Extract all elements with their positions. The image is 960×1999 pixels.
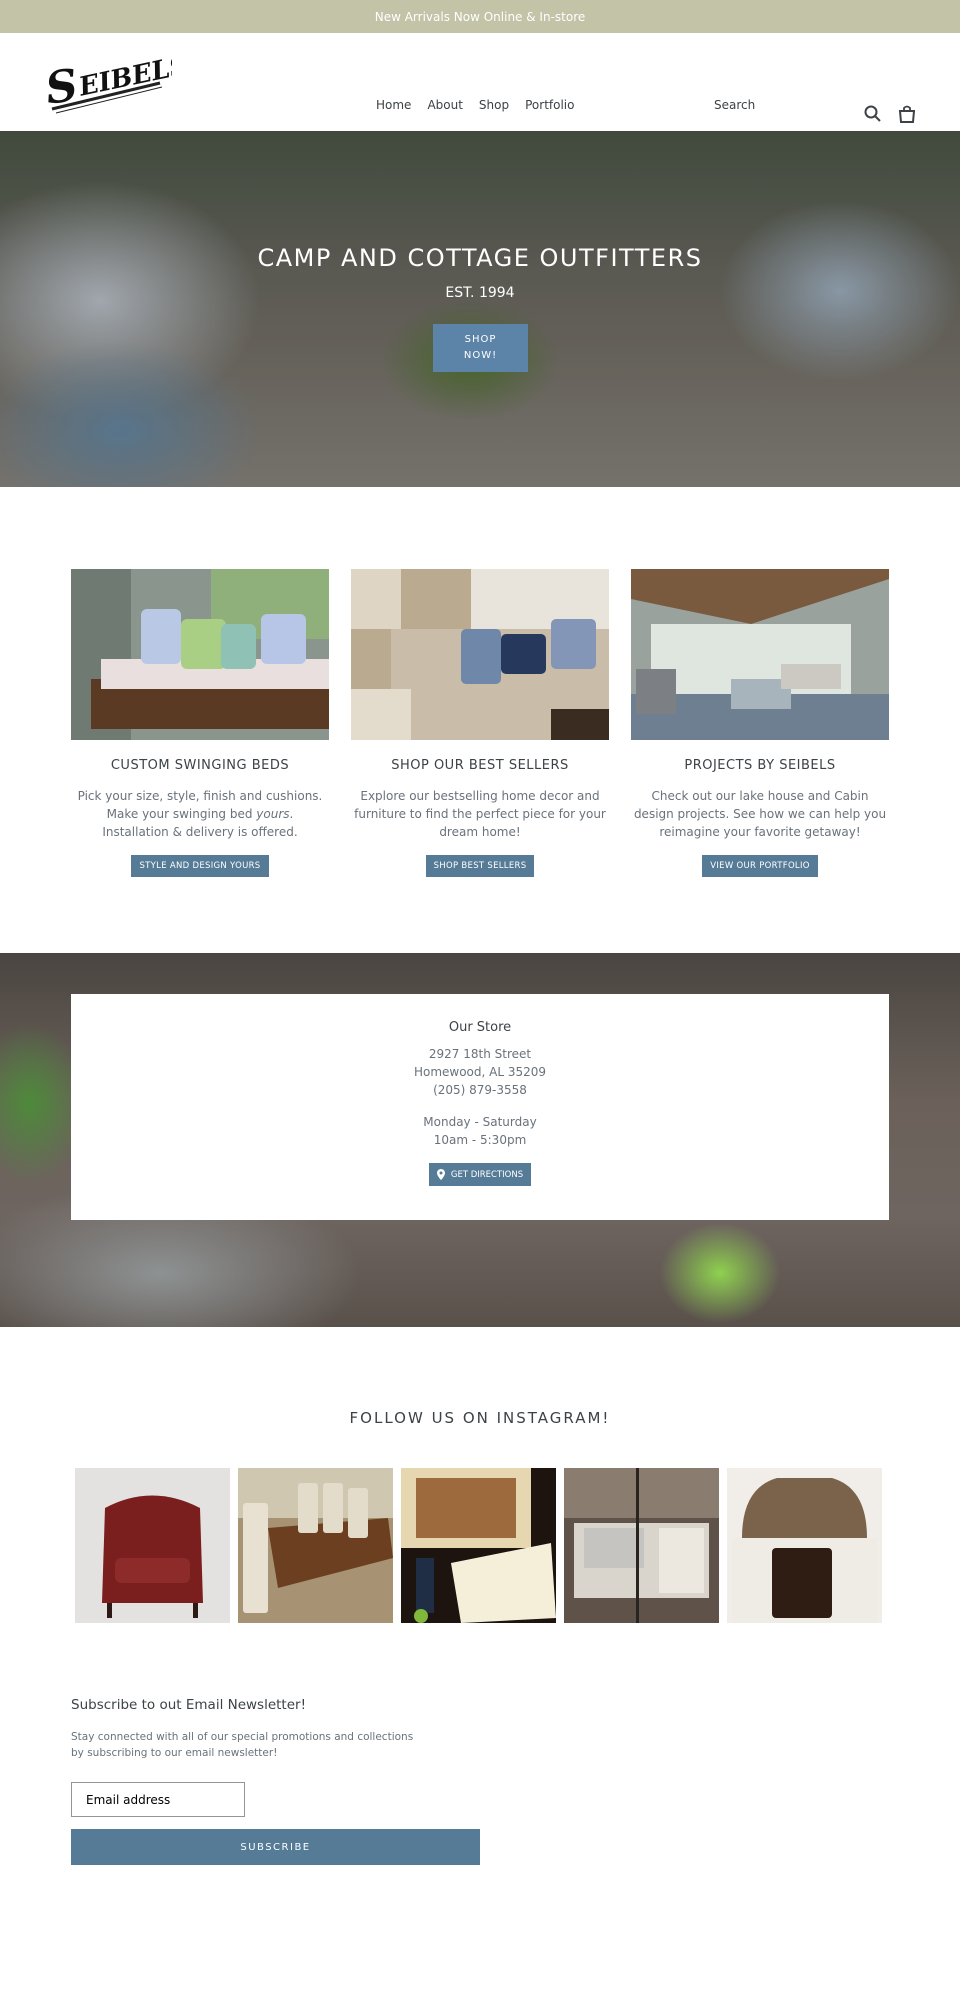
feature-title: CUSTOM SWINGING BEDS	[110, 758, 290, 773]
nav-shop[interactable]: Shop	[479, 98, 509, 112]
style-and-design-button[interactable]: STYLE AND DESIGN YOURS	[131, 855, 269, 877]
nav-portfolio[interactable]: Portfolio	[525, 98, 574, 112]
newsletter-title: Subscribe to out Email Newsletter!	[71, 1697, 306, 1713]
best-sellers-image[interactable]	[351, 569, 609, 740]
store-card: Our Store 2927 18th Street Homewood, AL …	[71, 994, 889, 1220]
features-section: CUSTOM SWINGING BEDS Pick your size, sty…	[0, 487, 960, 953]
instagram-section: FOLLOW US ON INSTAGRAM!	[0, 1327, 960, 1657]
instagram-post-red-chair[interactable]	[75, 1468, 230, 1623]
store-title: Our Store	[448, 1020, 512, 1035]
search-link[interactable]: Search	[714, 98, 755, 112]
instagram-post-porch-swing[interactable]	[564, 1468, 719, 1623]
feature-title: SHOP OUR BEST SELLERS	[391, 758, 569, 773]
feature-text: Explore our bestselling home decor and f…	[354, 789, 606, 839]
subscribe-button[interactable]: SUBSCRIBE	[71, 1829, 480, 1865]
store-hours: Monday - Saturday 10am - 5:30pm	[71, 1113, 889, 1149]
feature-text-emphasis: yours	[256, 807, 290, 821]
hero-title: CAMP AND COTTAGE OUTFITTERS	[257, 244, 703, 272]
main-nav: Home About Shop Portfolio	[376, 98, 574, 112]
hero-banner: CAMP AND COTTAGE OUTFITTERS EST. 1994 SH…	[0, 131, 960, 487]
store-city: Homewood, AL 35209	[413, 1065, 547, 1079]
store-section: Our Store 2927 18th Street Homewood, AL …	[0, 953, 960, 1327]
feature-projects: PROJECTS BY SEIBELS Check out our lake h…	[631, 569, 889, 877]
feature-best-sellers: SHOP OUR BEST SELLERS Explore our bestse…	[351, 569, 609, 877]
shop-now-button[interactable]: SHOP NOW!	[433, 324, 528, 372]
newsletter-text-line: Stay connected with all of our special p…	[71, 1731, 414, 1743]
view-portfolio-button[interactable]: VIEW OUR PORTFOLIO	[702, 855, 818, 877]
projects-image[interactable]	[631, 569, 889, 740]
cart-icon[interactable]	[897, 104, 917, 124]
announcement-text: New Arrivals Now Online & In-store	[374, 9, 586, 24]
nav-home[interactable]: Home	[376, 98, 411, 112]
nav-about[interactable]: About	[427, 98, 462, 112]
store-days: Monday - Saturday	[423, 1115, 537, 1129]
map-pin-icon	[436, 1169, 445, 1180]
email-input[interactable]	[71, 1782, 245, 1817]
svg-text:EIBELS: EIBELS	[75, 50, 172, 103]
swinging-bed-image[interactable]	[71, 569, 329, 740]
svg-text:S: S	[42, 60, 81, 115]
get-directions-button[interactable]: GET DIRECTIONS	[428, 1163, 532, 1186]
feature-text: Pick your size, style, finish and cushio…	[71, 787, 329, 841]
shop-now-label-1: SHOP	[464, 334, 497, 345]
seibels-logo[interactable]: S EIBELS	[42, 47, 172, 119]
store-street: 2927 18th Street	[428, 1047, 532, 1061]
hero-image	[0, 131, 960, 487]
announcement-bar: New Arrivals Now Online & In-store	[0, 0, 960, 33]
hero-subtitle: EST. 1994	[445, 285, 515, 301]
instagram-post-tailgate[interactable]	[401, 1468, 556, 1623]
site-header: S EIBELS Home About Shop Portfolio Searc…	[0, 33, 960, 131]
shop-now-label-2: NOW!	[463, 350, 498, 361]
instagram-grid	[75, 1468, 882, 1623]
instagram-post-dining-table[interactable]	[238, 1468, 393, 1623]
newsletter-section: Subscribe to out Email Newsletter! Stay …	[0, 1657, 960, 1999]
instagram-post-headboard[interactable]	[727, 1468, 882, 1623]
feature-text: Check out our lake house and Cabin desig…	[633, 789, 887, 839]
store-phone[interactable]: (205) 879-3558	[71, 1081, 889, 1099]
get-directions-label: GET DIRECTIONS	[450, 1169, 524, 1180]
newsletter-text-line: by subscribing to our email newsletter!	[71, 1747, 278, 1759]
instagram-title: FOLLOW US ON INSTAGRAM!	[349, 1409, 611, 1427]
store-address: 2927 18th Street Homewood, AL 35209 (205…	[71, 1045, 889, 1099]
shop-best-sellers-button[interactable]: SHOP BEST SELLERS	[425, 855, 535, 877]
store-times: 10am - 5:30pm	[433, 1133, 527, 1147]
search-icon[interactable]	[863, 104, 883, 124]
feature-title: PROJECTS BY SEIBELS	[684, 758, 836, 773]
newsletter-text: Stay connected with all of our special p…	[71, 1729, 413, 1761]
feature-swinging-beds: CUSTOM SWINGING BEDS Pick your size, sty…	[71, 569, 329, 877]
